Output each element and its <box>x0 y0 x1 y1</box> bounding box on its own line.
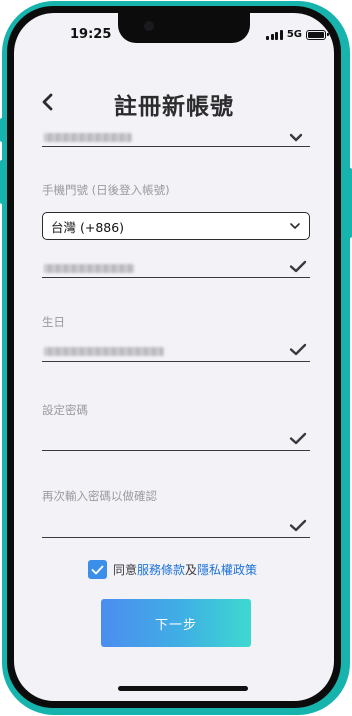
side-button-right <box>348 168 352 238</box>
country-code-value: 台灣 (+886) <box>51 219 125 235</box>
privacy-link[interactable]: 隱私權政策 <box>197 561 257 578</box>
agreement-prefix: 同意 <box>113 563 138 577</box>
field-underline <box>42 277 310 278</box>
country-code-select[interactable]: 台灣 (+886) <box>42 212 310 240</box>
agreement-conjunction: 及 <box>185 563 198 577</box>
check-icon <box>288 430 308 446</box>
page-title: 註冊新帳號 <box>114 94 234 120</box>
password-label: 設定密碼 <box>42 403 88 417</box>
network-type: 5G <box>286 29 302 40</box>
birthday-label: 生日 <box>42 315 65 329</box>
side-button-left-2 <box>0 160 4 204</box>
birthday-input[interactable] <box>42 340 282 362</box>
agreement-checkbox[interactable] <box>88 560 107 579</box>
chevron-down-icon[interactable] <box>286 129 306 145</box>
phone-label: 手機門號 (日後登入帳號) <box>42 183 170 197</box>
phone-number-input[interactable] <box>42 257 282 279</box>
field-underline <box>42 361 310 362</box>
check-icon <box>288 341 308 357</box>
notch <box>118 13 250 43</box>
side-button-left <box>0 118 4 142</box>
check-icon <box>91 565 104 574</box>
chevron-down-icon <box>290 223 300 229</box>
redacted-value <box>44 133 132 142</box>
home-indicator <box>118 686 248 691</box>
password-confirm-input[interactable] <box>42 514 282 536</box>
status-time: 19:25 <box>70 27 112 42</box>
password-input[interactable] <box>42 427 282 449</box>
battery-icon <box>306 29 329 40</box>
terms-link[interactable]: 服務條款 <box>137 561 185 578</box>
screen: 19:25 5G 註冊新帳號 手機門號 (日後登入帳號) 台灣 (+886) 生… <box>14 13 334 701</box>
status-indicators: 5G <box>266 29 329 40</box>
check-icon <box>288 258 308 274</box>
password-confirm-label: 再次輸入密碼以做確認 <box>42 489 157 503</box>
field-underline <box>42 537 310 538</box>
check-icon <box>288 517 308 533</box>
signal-icon <box>266 29 283 40</box>
field-underline <box>42 450 310 451</box>
agreement-row: 同意 服務條款 及 隱私權政策 <box>88 560 257 579</box>
field-underline <box>42 146 310 147</box>
next-button[interactable]: 下一步 <box>101 599 251 647</box>
front-camera <box>144 21 154 31</box>
